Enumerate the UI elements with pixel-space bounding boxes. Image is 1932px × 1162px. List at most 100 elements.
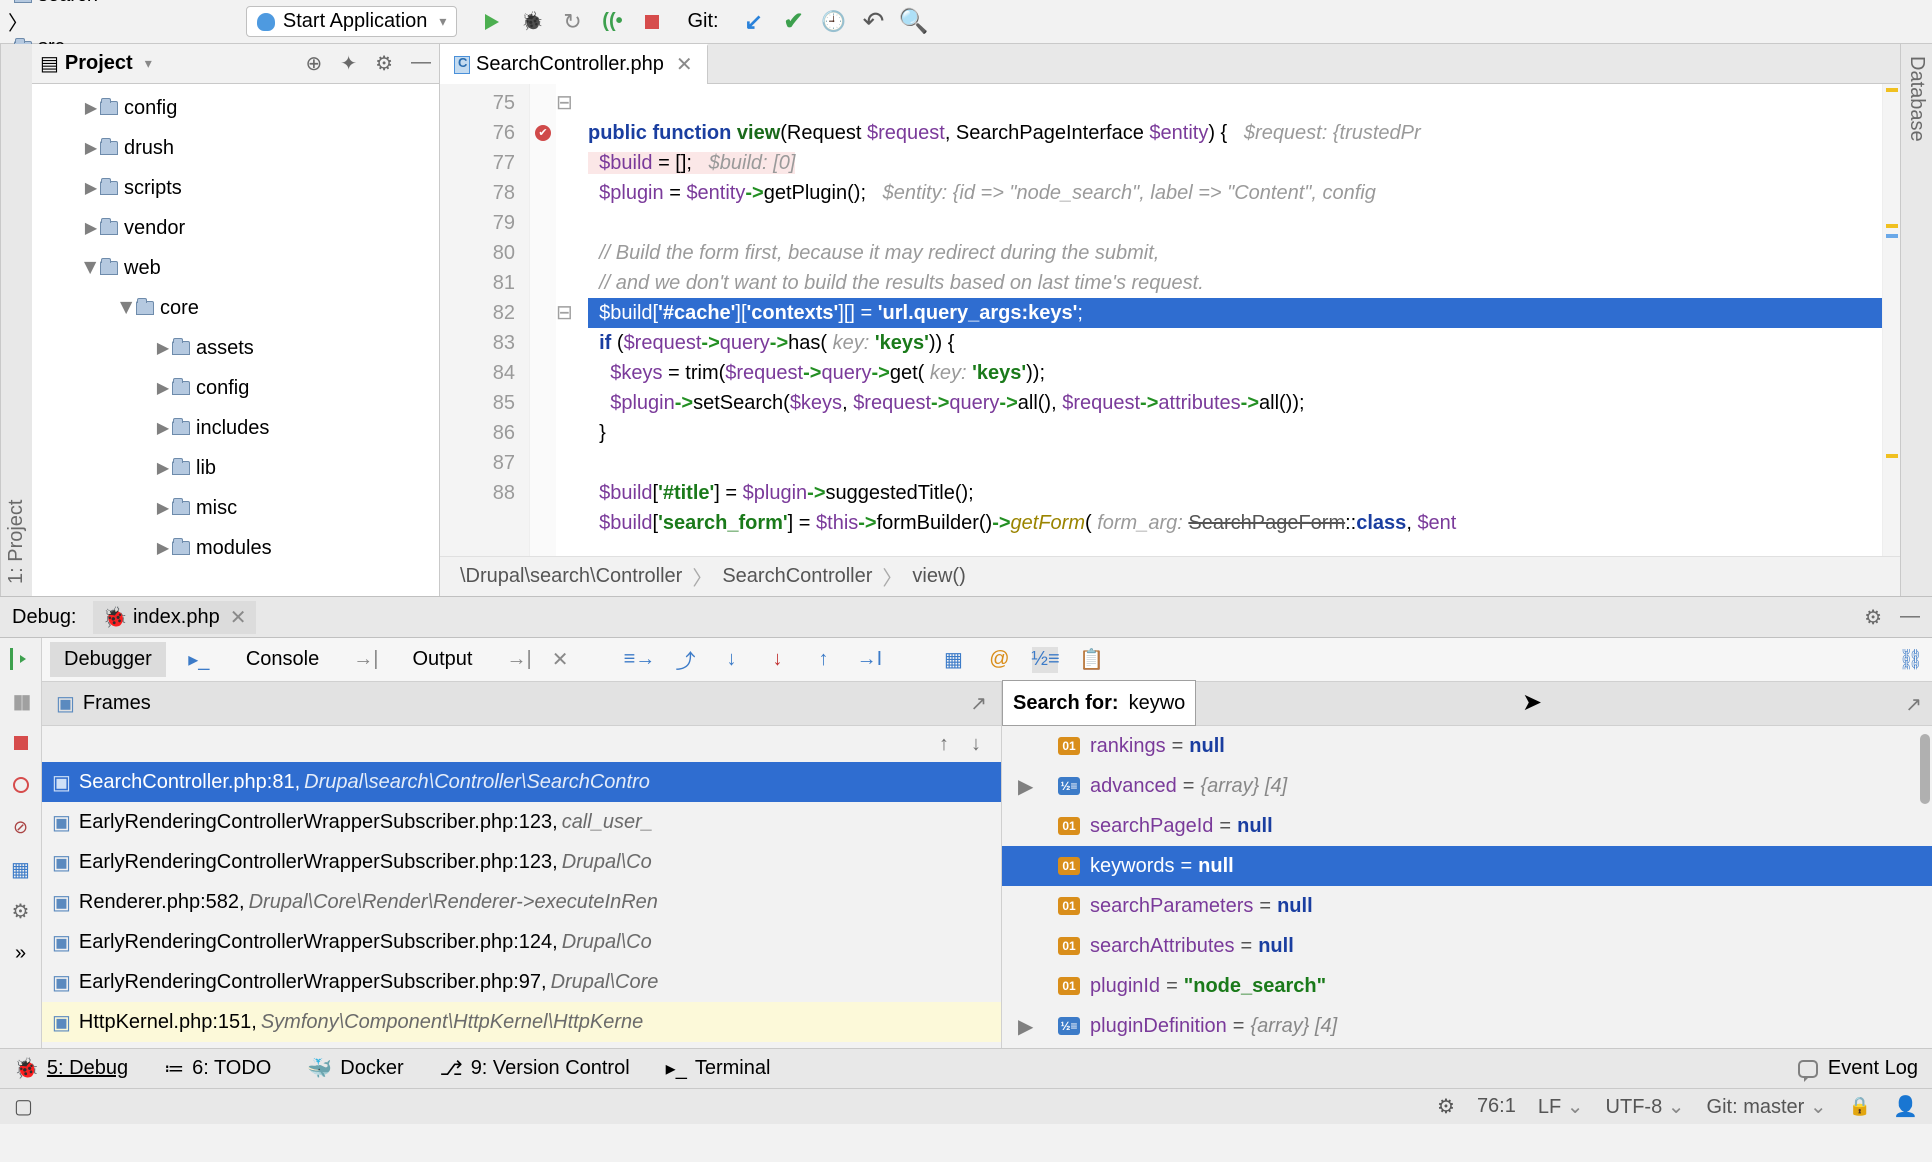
expand-arrow-icon[interactable]: ▶ (117, 299, 137, 317)
expand-icon[interactable]: ✦ (340, 51, 357, 76)
force-step-into-icon[interactable]: ↓ (764, 647, 790, 673)
database-tool-tab[interactable]: Database (1906, 56, 1928, 142)
mute-breakpoints-button[interactable]: ⊘ (10, 816, 32, 838)
tree-item[interactable]: ▶modules (32, 528, 439, 568)
inspector-icon[interactable]: 👤 (1893, 1094, 1918, 1119)
tree-item[interactable]: ▶drush (32, 128, 439, 168)
layout-button[interactable]: ▦ (10, 858, 32, 880)
variable-row[interactable]: 01rankings = null (1002, 726, 1932, 766)
git-history-button[interactable]: 🕘 (823, 11, 845, 33)
stack-frame[interactable]: ▣EarlyRenderingControllerWrapperSubscrib… (42, 842, 1001, 882)
variable-row[interactable]: 01pluginId = "node_search" (1002, 966, 1932, 1006)
resume-button[interactable] (10, 648, 32, 670)
variable-row[interactable]: ▶½≡pluginDefinition = {array} [4] (1002, 1006, 1932, 1046)
tree-item[interactable]: ▶config (32, 368, 439, 408)
debugger-tab[interactable]: Debugger (50, 642, 166, 677)
stack-frame[interactable]: ▣SearchController.php:81, Drupal\search\… (42, 762, 1001, 802)
tree-item[interactable]: ▶includes (32, 408, 439, 448)
editor-tab[interactable]: SearchController.php ✕ (440, 44, 708, 84)
search-everywhere-button[interactable]: 🔍 (903, 11, 925, 33)
run-button[interactable] (481, 11, 503, 33)
fold-gutter[interactable]: ⊟⊟ (556, 84, 578, 556)
more-icon[interactable]: » (10, 942, 32, 964)
stack-frame[interactable]: ▣HttpKernel.php:151, Symfony\Component\H… (42, 1002, 1001, 1042)
todo-tool-button[interactable]: ≔6: TODO (164, 1056, 271, 1081)
frame-down-icon[interactable]: ↓ (971, 733, 981, 756)
variable-row[interactable]: 01searchAttributes = null (1002, 926, 1932, 966)
close-icon[interactable]: ✕ (552, 647, 569, 672)
expand-arrow-icon[interactable]: ▶ (1018, 774, 1033, 799)
code-editor[interactable]: 7576777879808182838485868788 ✔ ⊟⊟ public… (440, 84, 1900, 556)
expand-arrow-icon[interactable]: ▶ (154, 338, 172, 358)
stop-button[interactable] (641, 11, 663, 33)
step-into-icon[interactable]: ↓ (718, 647, 744, 673)
tree-item[interactable]: ▶scripts (32, 168, 439, 208)
profiler-button[interactable]: ((• (601, 11, 623, 33)
expand-arrow-icon[interactable]: ▶ (82, 218, 100, 238)
tree-item[interactable]: ▶lib (32, 448, 439, 488)
close-icon[interactable]: ✕ (676, 52, 693, 77)
coverage-button[interactable]: ↻ (561, 11, 583, 33)
stop-button[interactable] (10, 732, 32, 754)
project-panel-title[interactable]: Project (65, 52, 133, 75)
project-tool-tab[interactable]: 1: Project (5, 500, 28, 584)
run-config-selector[interactable]: Start Application ▾ (246, 6, 458, 37)
variables-list[interactable]: 01rankings = null▶½≡advanced = {array} [… (1002, 726, 1932, 1048)
tree-item[interactable]: ▶assets (32, 328, 439, 368)
expand-arrow-icon[interactable]: ▶ (154, 498, 172, 518)
stack-frame[interactable]: ▣EarlyRenderingControllerWrapperSubscrib… (42, 922, 1001, 962)
settings-icon[interactable]: ⚙ (375, 51, 393, 76)
project-tree[interactable]: ▶config▶drush▶scripts▶vendor▶web▶core▶as… (32, 84, 439, 596)
expand-arrow-icon[interactable]: ▶ (82, 138, 100, 158)
variable-row[interactable]: 01searchPageId = null (1002, 806, 1932, 846)
minimize-icon[interactable]: — (1900, 605, 1920, 630)
line-separator[interactable]: LF (1538, 1094, 1584, 1119)
show-execution-point-icon[interactable]: ≡→ (626, 647, 652, 673)
locate-icon[interactable]: ⊕ (306, 51, 323, 76)
settings-icon[interactable]: ⚙ (10, 900, 32, 922)
breakpoint-gutter[interactable]: ✔ (530, 84, 556, 556)
line-gutter[interactable]: 7576777879808182838485868788 (440, 84, 530, 556)
variable-row[interactable]: ▶½≡advanced = {array} [4] (1002, 766, 1932, 806)
lock-icon[interactable]: 🔒 (1849, 1096, 1871, 1117)
vcs-tool-button[interactable]: ⎇9: Version Control (440, 1056, 630, 1081)
open-arrow-icon[interactable]: →| (506, 648, 531, 671)
stack-frame[interactable]: ▣EarlyRenderingControllerWrapperSubscrib… (42, 962, 1001, 1002)
open-arrow-icon[interactable]: →| (353, 648, 378, 671)
tree-item[interactable]: ▶vendor (32, 208, 439, 248)
tree-item[interactable]: ▶config (32, 88, 439, 128)
expand-arrow-icon[interactable]: ▶ (82, 98, 100, 118)
breadcrumb-item[interactable]: search (8, 0, 230, 7)
tool-windows-icon[interactable]: ▢ (14, 1094, 33, 1119)
expand-icon[interactable]: ↗ (970, 691, 987, 716)
clipboard-icon[interactable]: 📋 (1078, 647, 1104, 673)
chevron-down-icon[interactable]: ▾ (145, 55, 152, 72)
caret-position[interactable]: 76:1 (1477, 1095, 1516, 1118)
expand-icon[interactable]: ↗ (1905, 692, 1922, 717)
scrollbar[interactable] (1920, 734, 1930, 804)
variable-row[interactable]: 01searchParameters = null (1002, 886, 1932, 926)
tree-item[interactable]: ▶misc (32, 488, 439, 528)
output-tab[interactable]: Output (398, 642, 486, 677)
debug-button[interactable] (521, 11, 543, 33)
evaluate-icon[interactable]: ▦ (940, 647, 966, 673)
variable-row[interactable]: 01keywords = null (1002, 846, 1932, 886)
docker-tool-button[interactable]: 🐳Docker (307, 1056, 403, 1081)
tree-item[interactable]: ▶web (32, 248, 439, 288)
watch-icon[interactable]: @ (986, 647, 1012, 673)
stack-frame[interactable]: ▣EarlyRenderingControllerWrapperSubscrib… (42, 802, 1001, 842)
git-commit-button[interactable]: ✔ (783, 11, 805, 33)
git-revert-button[interactable]: ↶ (863, 11, 885, 33)
marker-strip[interactable] (1882, 84, 1900, 556)
settings-icon[interactable]: ⚙ (1864, 605, 1882, 630)
git-branch[interactable]: Git: master (1707, 1094, 1827, 1119)
run-to-cursor-icon[interactable]: →I (856, 647, 882, 673)
editor-breadcrumb[interactable]: \Drupal\search\Controller〉 SearchControl… (440, 556, 1900, 596)
git-update-button[interactable]: ↙ (743, 11, 765, 33)
view-breakpoints-button[interactable] (10, 774, 32, 796)
frame-up-icon[interactable]: ↑ (939, 733, 949, 756)
terminal-tool-button[interactable]: ▸_Terminal (666, 1056, 771, 1081)
debug-session-tab[interactable]: 🐞 index.php ✕ (93, 601, 257, 634)
expand-arrow-icon[interactable]: ▶ (154, 418, 172, 438)
file-encoding[interactable]: UTF-8 (1606, 1094, 1685, 1119)
